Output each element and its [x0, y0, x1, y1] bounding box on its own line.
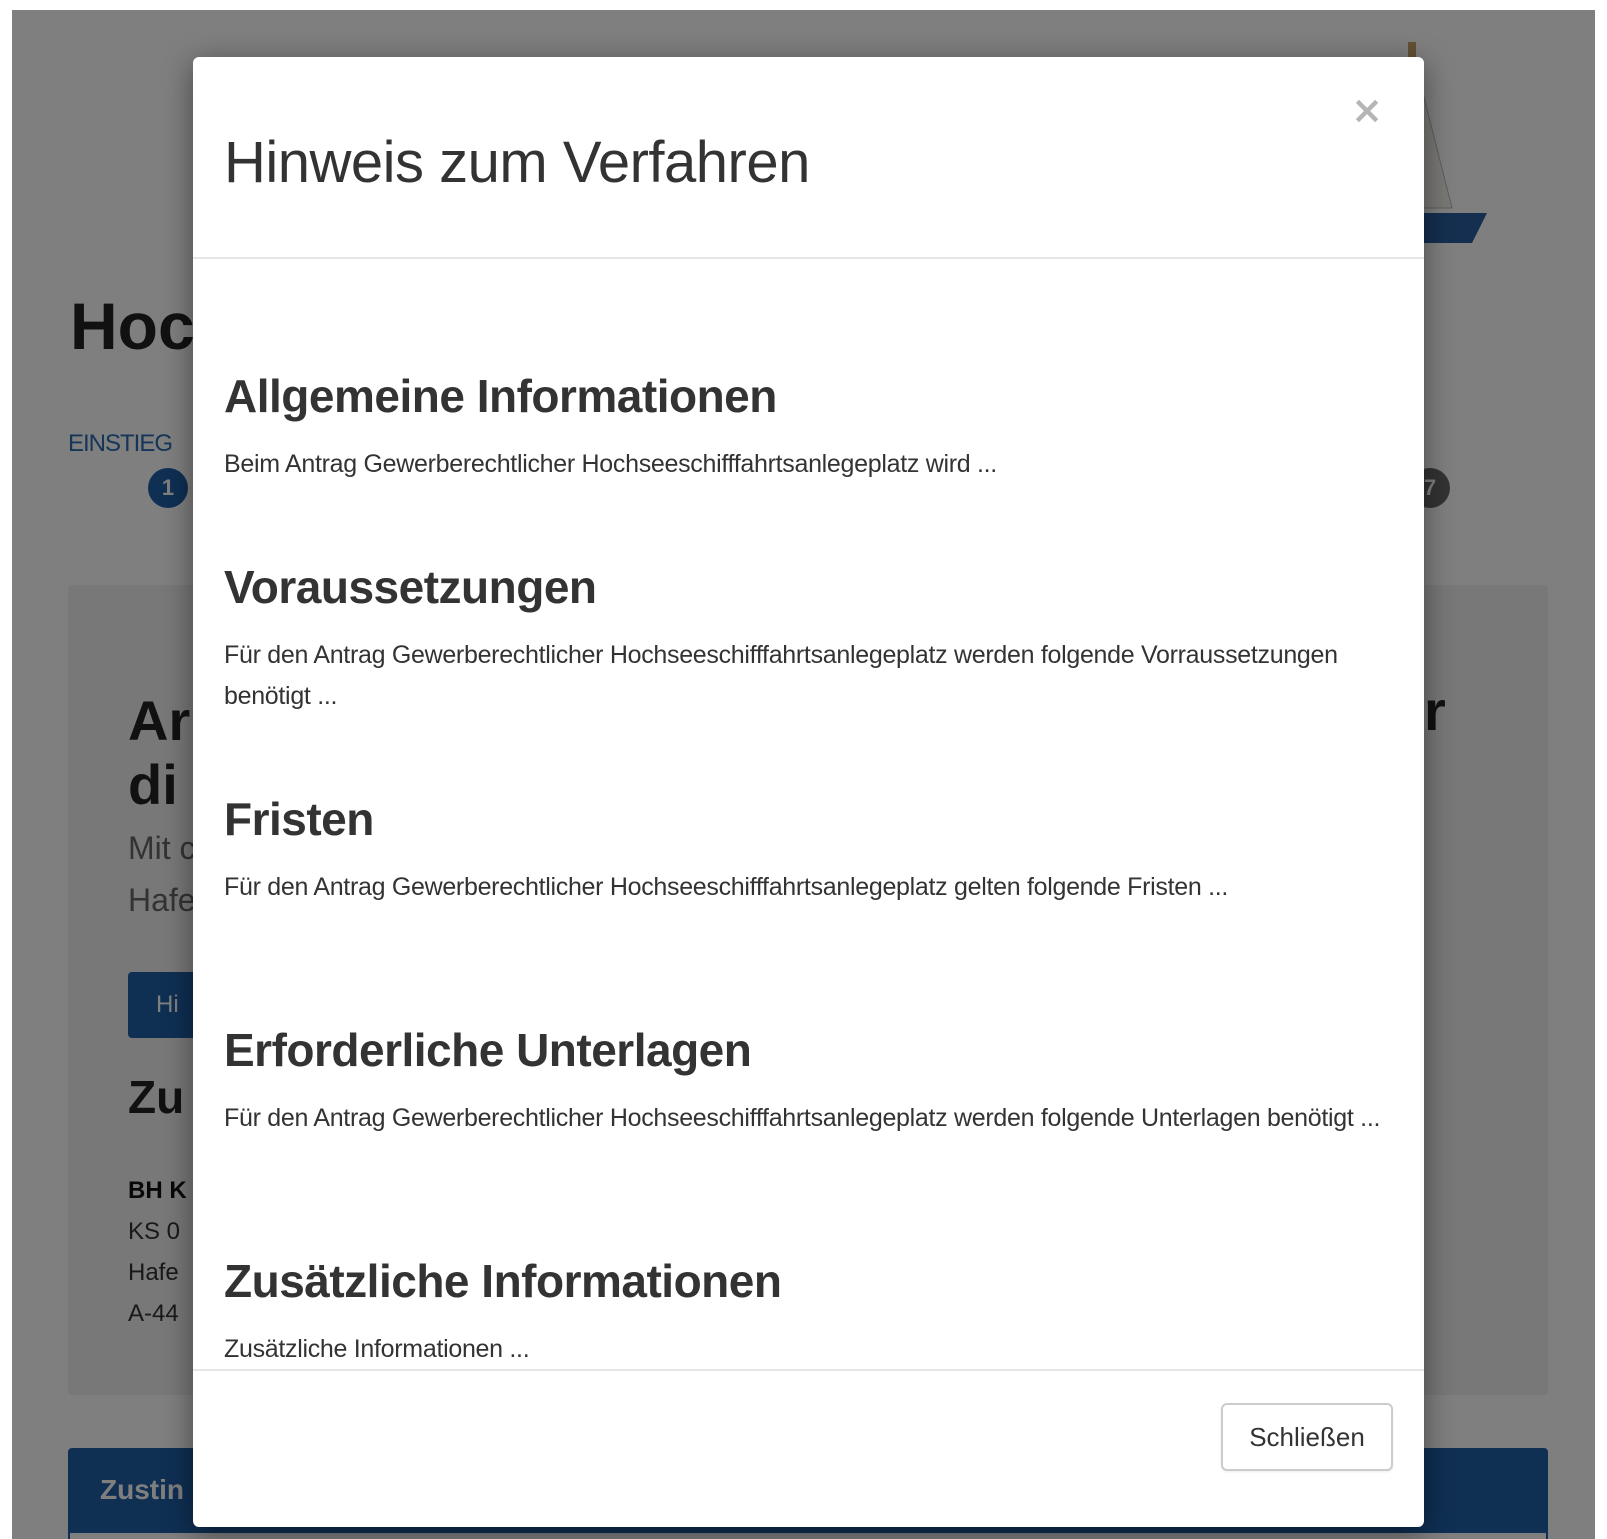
section-heading: Allgemeine Informationen — [224, 370, 777, 422]
modal-footer: Schließen — [193, 1369, 1424, 1527]
section-text: Für den Antrag Gewerberechtlicher Hochse… — [224, 873, 1229, 901]
section-heading: Erforderliche Unterlagen — [224, 1024, 752, 1076]
section-text: Für den Antrag Gewerberechtlicher Hochse… — [224, 641, 1338, 710]
section-text: Beim Antrag Gewerberechtlicher Hochseesc… — [224, 450, 997, 478]
section-additional-info: Zusätzliche Informationen Zusätzliche In… — [224, 1253, 1389, 1370]
section-text: Für den Antrag Gewerberechtlicher Hochse… — [224, 1104, 1381, 1132]
procedure-info-modal: Hinweis zum Verfahren × Allgemeine Infor… — [193, 57, 1424, 1527]
close-button[interactable]: Schließen — [1221, 1403, 1393, 1471]
page: Hoc EINSTIEG 1 7 Ar di r Mit c Hafe Hi Z… — [12, 10, 1595, 1539]
section-heading: Zusätzliche Informationen — [224, 1255, 782, 1307]
section-required-documents: Erforderliche Unterlagen Für den Antrag … — [224, 1022, 1389, 1139]
section-general-info: Allgemeine Informationen Beim Antrag Gew… — [224, 368, 1389, 485]
section-heading: Voraussetzungen — [224, 561, 597, 613]
section-requirements: Voraussetzungen Für den Antrag Gewerbere… — [224, 559, 1389, 717]
close-icon[interactable]: × — [1350, 91, 1384, 129]
section-deadlines: Fristen Für den Antrag Gewerberechtliche… — [224, 791, 1389, 908]
section-text: Zusätzliche Informationen ... — [224, 1335, 530, 1363]
modal-header: Hinweis zum Verfahren × — [193, 57, 1424, 259]
modal-title: Hinweis zum Verfahren — [224, 130, 810, 195]
section-heading: Fristen — [224, 793, 374, 845]
